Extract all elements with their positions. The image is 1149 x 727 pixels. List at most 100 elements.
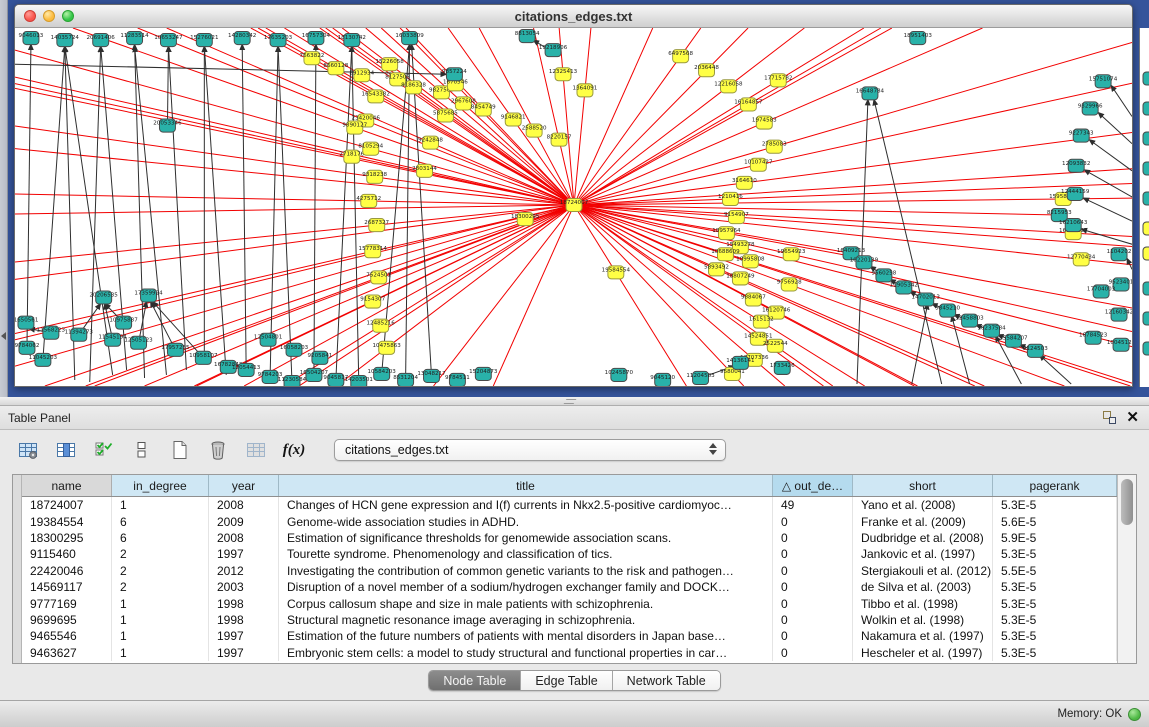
table-row[interactable]: 1872400712008Changes of HCN gene express… [22, 497, 1117, 513]
graph-node-label: 11394273 [65, 330, 94, 336]
network-view-window: citations_edges.txt 7663822 8660128891293… [14, 4, 1133, 387]
graph-node-label: 14136141 [726, 358, 755, 364]
table-row[interactable]: 946362711997Embryonic stem cells: a mode… [22, 645, 1117, 661]
graph-node-label: 19218906 [539, 45, 568, 51]
graph-node[interactable] [1143, 247, 1149, 260]
table-row[interactable]: 977716911998Corpus callosum shape and si… [22, 595, 1117, 611]
column-header-pagerank[interactable]: pagerank [993, 475, 1117, 496]
table-select-dropdown[interactable]: citations_edges.txt [334, 439, 726, 461]
table-cell: 2 [112, 579, 209, 595]
graph-node-label: 9890127 [342, 123, 367, 129]
window-titlebar: citations_edges.txt [15, 5, 1132, 28]
graph-node-label: 17704003 [1087, 286, 1116, 292]
function-builder-icon[interactable]: f(x) [282, 438, 306, 462]
graph-node-label: 17715782 [764, 75, 792, 81]
graph-node-label: 8127505 [385, 74, 410, 80]
table-cell: 1997 [209, 645, 279, 661]
tab-network-table[interactable]: Network Table [613, 671, 720, 690]
graph-node-label: 12505123 [124, 338, 153, 344]
table-cell: 0 [773, 612, 853, 628]
graph-node-label: 17635203 [264, 35, 293, 41]
graph-node-label: 18130742 [338, 35, 366, 41]
table-cell: 2 [112, 563, 209, 579]
graph-node-label: 9146821 [501, 114, 526, 120]
table-cell: Wolkin et al. (1998) [853, 612, 993, 628]
import-table-icon[interactable]: "20"> [244, 438, 268, 462]
graph-node[interactable] [1143, 312, 1149, 325]
graph-node-label: 8454749 [471, 104, 496, 110]
graph-node[interactable] [1143, 72, 1149, 85]
column-chooser-icon[interactable] [54, 438, 78, 462]
graph-node-label: 9857224 [442, 69, 467, 75]
network-graph-canvas[interactable]: 7663822866012889129341522605881275058186… [15, 28, 1132, 386]
graph-node-label: 12458803 [955, 316, 984, 322]
graph-node-label: 12160342 [1105, 310, 1132, 316]
column-header-year[interactable]: year [209, 475, 279, 496]
graph-node-label: 14035724 [51, 35, 80, 41]
graph-node-label: 16784523 [1079, 333, 1108, 339]
column-header-name[interactable]: name [22, 475, 112, 496]
select-rows-icon[interactable] [92, 438, 116, 462]
column-header-in_degree[interactable]: in_degree [112, 475, 209, 496]
graph-node-label: 15276021 [190, 35, 219, 41]
table-cell: 0 [773, 579, 853, 595]
graph-node-label: 15584207 [999, 336, 1028, 342]
graph-node-label: 9046013 [19, 33, 44, 39]
graph-node-label: 15778314 [359, 246, 388, 252]
graph-node-label: 7663822 [300, 53, 325, 59]
graph-node-label: 8660128 [323, 63, 348, 69]
graph-node-label: 11283514 [120, 33, 149, 39]
table-row[interactable]: 1830029562008Estimation of significance … [22, 530, 1117, 546]
table-settings-icon[interactable] [16, 438, 40, 462]
tab-node-table[interactable]: Node Table [429, 671, 521, 690]
memory-indicator-icon[interactable] [1128, 708, 1141, 721]
graph-node-label: 15226058 [375, 59, 404, 65]
graph-node[interactable] [1143, 102, 1149, 115]
graph-node[interactable] [1143, 222, 1149, 235]
table-row[interactable]: 969969511998Structural magnetic resonanc… [22, 612, 1117, 628]
delete-table-icon[interactable] [206, 438, 230, 462]
table-cell: 1998 [209, 595, 279, 611]
graph-node[interactable] [1143, 342, 1149, 355]
graph-node-label: 16757304 [302, 33, 331, 39]
graph-node[interactable] [1143, 282, 1149, 295]
graph-node-label: 10045123 [1107, 340, 1132, 346]
table-row[interactable]: 1938455462009Genome-wide association stu… [22, 513, 1117, 529]
vertical-scrollbar[interactable] [1117, 475, 1136, 663]
graph-node-label: 4275712 [356, 196, 381, 202]
table-cell: 5.3E-5 [993, 546, 1117, 562]
table-cell: Franke et al. (2009) [853, 513, 993, 529]
close-panel-icon[interactable]: ✕ [1126, 411, 1139, 424]
graph-node[interactable] [1143, 132, 1149, 145]
split-pane-divider[interactable] [0, 397, 1149, 406]
graph-node-label: 10975887 [109, 318, 138, 324]
table-body: 1872400712008Changes of HCN gene express… [22, 497, 1117, 663]
graph-node[interactable] [1143, 162, 1149, 175]
table-cell: de Silva et al. (2003) [853, 579, 993, 595]
column-header-short[interactable]: short [853, 475, 993, 496]
table-panel-body: "20"> f(x) citations_edges.txt namein_degr… [0, 430, 1149, 700]
collapse-arrow-icon[interactable] [1, 332, 6, 340]
row-height-icon[interactable] [130, 438, 154, 462]
table-cell: 2008 [209, 530, 279, 546]
graph-node-label: 8912934 [349, 70, 374, 76]
table-row[interactable]: 1456911722003Disruption of a novel membe… [22, 579, 1117, 595]
scrollbar-thumb[interactable] [1121, 479, 1133, 525]
table-row[interactable]: 946554611997Estimation of the future num… [22, 628, 1117, 644]
graph-node-label: 10688609 [711, 249, 740, 255]
table-row[interactable]: 911546021997Tourette syndrome. Phenomeno… [22, 546, 1117, 562]
graph-node-label: 16120746 [762, 308, 791, 314]
column-header-out_de[interactable]: △ out_de… [773, 475, 853, 496]
column-header-title[interactable]: title [279, 475, 773, 496]
window-title: citations_edges.txt [15, 9, 1132, 24]
table-row[interactable]: 2242004622012Investigating the contribut… [22, 563, 1117, 579]
table-panel-header: Table Panel ✕ [0, 406, 1149, 430]
float-panel-icon[interactable] [1103, 411, 1116, 424]
new-table-icon[interactable] [168, 438, 192, 462]
table-cell: 9465546 [22, 628, 112, 644]
graph-node[interactable] [1143, 192, 1149, 205]
network-desktop: citations_edges.txt 7663822 8660128891293… [8, 0, 1149, 397]
tab-edge-table[interactable]: Edge Table [521, 671, 612, 690]
table-cell: 0 [773, 513, 853, 529]
graph-node-label: 19654923 [777, 249, 806, 255]
